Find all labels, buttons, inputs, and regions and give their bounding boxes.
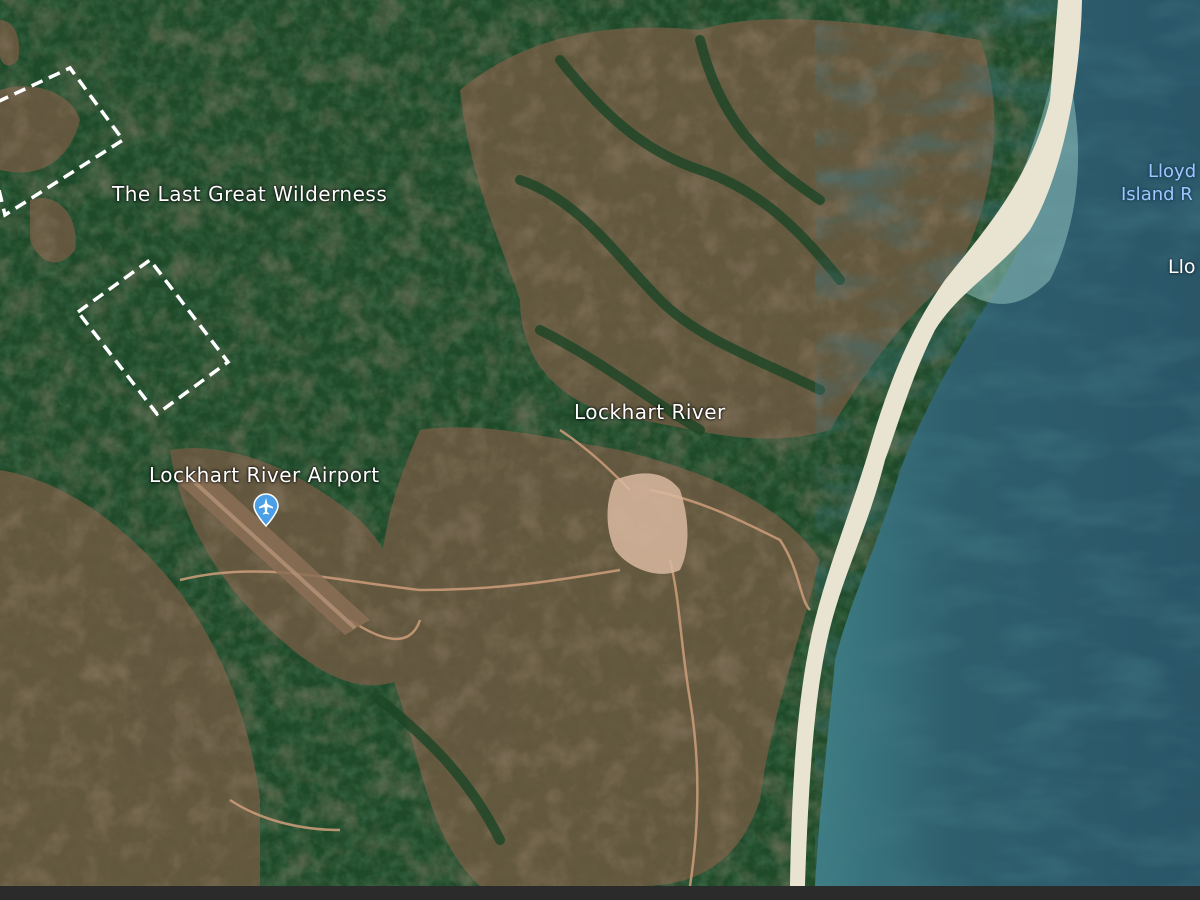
overlay-layer bbox=[0, 65, 231, 417]
airport-plane-icon[interactable] bbox=[252, 493, 280, 528]
dashed-boundary-box bbox=[0, 65, 126, 218]
island-label-line1[interactable]: Lloyd bbox=[1148, 160, 1196, 183]
wilderness-label: The Last Great Wilderness bbox=[112, 182, 388, 206]
airport-label[interactable]: Lockhart River Airport bbox=[149, 463, 380, 487]
island-label-small[interactable]: Llo bbox=[1168, 256, 1196, 278]
island-label-line2[interactable]: Island R bbox=[1121, 183, 1193, 206]
bottom-strip bbox=[0, 886, 1200, 900]
satellite-map[interactable]: The Last Great Wilderness Lockhart River… bbox=[0, 0, 1200, 886]
dashed-boundary-box bbox=[75, 257, 231, 417]
town-label[interactable]: Lockhart River bbox=[574, 400, 726, 424]
